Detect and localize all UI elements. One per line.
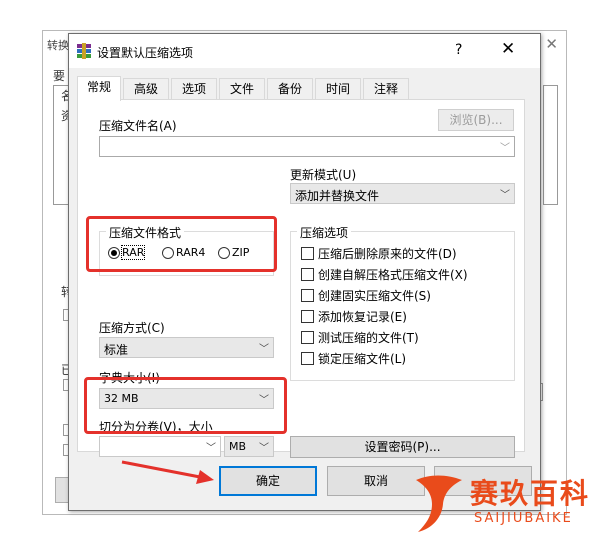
volume-unit-value: MB: [229, 440, 247, 453]
checkbox-icon: [301, 289, 314, 302]
watermark-sub: SAIJIUBAIKE: [474, 511, 573, 526]
chevron-down-icon: ﹀: [259, 344, 269, 355]
update-mode-label: 更新模式(U): [290, 168, 357, 182]
tab-backup[interactable]: 备份: [267, 78, 313, 100]
background-label: 要: [53, 69, 66, 83]
title-bar: 设置默认压缩选项 ? ✕: [69, 34, 540, 68]
compression-method-label: 压缩方式(C): [99, 321, 165, 335]
browse-button[interactable]: 浏览(B)...: [438, 109, 514, 131]
checkbox-icon: [301, 310, 314, 323]
winrar-app-icon: [77, 43, 91, 59]
compression-options-title: 压缩选项: [297, 224, 352, 241]
volume-unit-select[interactable]: MB ﹀: [224, 436, 274, 457]
delete-after-label: 压缩后删除原来的文件(D): [318, 247, 457, 261]
volume-size-input[interactable]: ﹀: [99, 436, 221, 457]
split-highlight-box: [84, 377, 287, 434]
recovery-record-checkbox[interactable]: 添加恢复记录(E): [301, 308, 407, 325]
dialog-title: 设置默认压缩选项: [97, 46, 194, 60]
chevron-down-icon[interactable]: ﹀: [206, 439, 216, 454]
tab-general[interactable]: 常规: [77, 76, 121, 101]
checkbox-icon: [301, 352, 314, 365]
compression-method-value: 标准: [104, 343, 129, 357]
close-button[interactable]: ✕: [501, 39, 515, 59]
create-sfx-checkbox[interactable]: 创建自解压格式压缩文件(X): [301, 266, 468, 283]
watermark-logo: 赛玖百科 SAIJIUBAIKE: [410, 470, 595, 540]
update-mode-value: 添加并替换文件: [295, 189, 380, 203]
set-password-button[interactable]: 设置密码(P)...: [290, 436, 515, 458]
checkbox-icon: [301, 247, 314, 260]
lock-archive-checkbox[interactable]: 锁定压缩文件(L): [301, 350, 406, 367]
create-sfx-label: 创建自解压格式压缩文件(X): [318, 268, 468, 282]
ok-button[interactable]: 确定: [219, 466, 317, 496]
chevron-down-icon: ﹀: [500, 190, 510, 201]
checkbox-icon: [301, 331, 314, 344]
red-arrow-icon: [121, 460, 214, 484]
chevron-down-icon[interactable]: ﹀: [500, 139, 510, 154]
lock-archive-label: 锁定压缩文件(L): [318, 352, 407, 366]
tab-files[interactable]: 文件: [219, 78, 265, 100]
delete-after-checkbox[interactable]: 压缩后删除原来的文件(D): [301, 245, 457, 262]
tab-advanced[interactable]: 高级: [123, 78, 169, 100]
fish-logo-icon: [416, 475, 462, 532]
test-files-checkbox[interactable]: 测试压缩的文件(T): [301, 329, 419, 346]
background-window-title: 转换: [47, 39, 69, 52]
tab-comment[interactable]: 注释: [363, 78, 409, 100]
archive-name-label: 压缩文件名(A): [99, 119, 177, 133]
compression-options-group: 压缩选项 压缩后删除原来的文件(D) 创建自解压格式压缩文件(X) 创建固实压缩…: [290, 224, 515, 381]
update-mode-select[interactable]: 添加并替换文件 ﹀: [290, 183, 515, 204]
help-button[interactable]: ?: [455, 42, 462, 58]
checkbox-icon: [301, 268, 314, 281]
tab-time[interactable]: 时间: [315, 78, 361, 100]
create-solid-label: 创建固实压缩文件(S): [318, 289, 431, 303]
test-files-label: 测试压缩的文件(T): [318, 331, 419, 345]
archive-name-input[interactable]: ﹀: [99, 136, 515, 157]
compression-options-dialog: 设置默认压缩选项 ? ✕ 常规 高级 选项 文件 备份 时间 注释 压缩文件名(…: [68, 33, 541, 511]
background-close-icon[interactable]: ✕: [545, 35, 558, 53]
tab-options[interactable]: 选项: [171, 78, 217, 100]
format-highlight-box: [86, 216, 277, 272]
compression-method-select[interactable]: 标准 ﹀: [99, 337, 274, 358]
recovery-record-label: 添加恢复记录(E): [318, 310, 407, 324]
create-solid-checkbox[interactable]: 创建固实压缩文件(S): [301, 287, 431, 304]
background-panel: [543, 85, 558, 205]
chevron-down-icon: ﹀: [259, 443, 269, 454]
watermark-name: 赛玖百科: [470, 477, 591, 510]
